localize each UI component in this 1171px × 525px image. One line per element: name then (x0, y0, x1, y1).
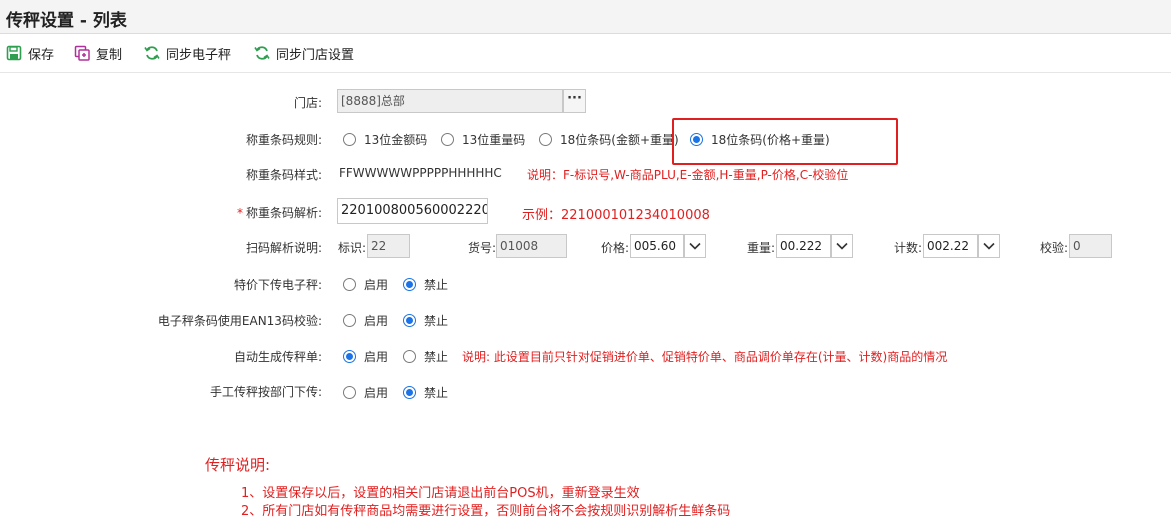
chevron-down-icon (983, 242, 995, 250)
code-field: 01008 (496, 234, 567, 258)
page-title: 传秤设置 - 列表 (6, 11, 127, 31)
radio-label: 禁止 (424, 314, 449, 328)
radio-label: 启用 (364, 278, 389, 292)
radio-dot-selected (403, 386, 416, 399)
radio-dot (403, 350, 416, 363)
barcode-style-label: 称重条码样式: (245, 168, 322, 182)
radio-dot (343, 386, 356, 399)
radio-label: 禁止 (424, 386, 449, 400)
ean13-label: 电子秤条码使用EAN13码校验: (157, 314, 322, 328)
auto-generate-label: 自动生成传秤单: (233, 350, 322, 364)
copy-button[interactable]: 复制 (74, 43, 122, 63)
barcode-parse-label-text: 称重条码解析: (245, 206, 322, 220)
radio-dot-selected (403, 314, 416, 327)
radio-ean13-off[interactable]: 禁止 (403, 312, 448, 329)
special-price-label: 特价下传电子秤: (233, 278, 322, 292)
sync-store-label: 同步门店设置 (276, 47, 355, 63)
required-mark: * (236, 206, 243, 220)
sync-icon (144, 46, 160, 60)
sync-scale-label: 同步电子秤 (166, 47, 232, 63)
save-label: 保存 (28, 47, 55, 63)
scan-parse-label: 扫码解析说明: (245, 241, 322, 255)
note-line: 1、设置保存以后，设置的相关门店请退出前台POS机，重新登录生效 (241, 486, 640, 501)
radio-barcode-13-amount[interactable]: 13位金额码 (343, 131, 427, 148)
weight-dropdown[interactable] (831, 234, 853, 258)
radio-ean13-on[interactable]: 启用 (343, 312, 388, 329)
barcode-parse-input[interactable]: 220100800560002220 (337, 198, 488, 224)
id-label: 标识: (338, 241, 367, 255)
store-field[interactable]: [8888]总部 (337, 89, 563, 113)
id-field: 22 (367, 234, 410, 258)
highlight-box (672, 118, 898, 165)
radio-dot-selected (403, 278, 416, 291)
title-bar: 传秤设置 - 列表 (0, 0, 1171, 34)
radio-label: 禁止 (424, 350, 449, 364)
price-field[interactable]: 005.60 (630, 234, 684, 258)
price-dropdown[interactable] (684, 234, 706, 258)
radio-auto-generate-on[interactable]: 启用 (343, 348, 388, 365)
chevron-down-icon (689, 242, 701, 250)
toolbar: 保存 复制 同步电子秤 同步门店设置 (0, 35, 1171, 73)
store-label: 门店: (293, 96, 322, 110)
barcode-rule-label: 称重条码规则: (245, 133, 322, 147)
weight-field[interactable]: 00.222 (776, 234, 831, 258)
sync-icon (254, 46, 270, 60)
radio-dot (343, 133, 356, 146)
radio-label: 启用 (364, 386, 389, 400)
barcode-style-value: FFWWWWWPPPPPHHHHHC (339, 166, 502, 180)
price-label: 价格: (601, 241, 630, 255)
save-button[interactable]: 保存 (6, 43, 54, 63)
radio-label: 18位条码(金额+重量) (560, 133, 679, 147)
radio-barcode-18-amount-weight[interactable]: 18位条码(金额+重量) (539, 131, 679, 148)
count-dropdown[interactable] (978, 234, 1000, 258)
code-label: 货号: (468, 241, 497, 255)
radio-special-price-on[interactable]: 启用 (343, 276, 388, 293)
notes-title: 传秤说明: (205, 456, 271, 474)
count-field[interactable]: 002.22 (923, 234, 978, 258)
count-label: 计数: (894, 241, 923, 255)
radio-dot (343, 314, 356, 327)
radio-dot (441, 133, 454, 146)
radio-label: 13位金额码 (364, 133, 428, 147)
radio-dot-selected (343, 350, 356, 363)
manual-dept-label: 手工传秤按部门下传: (209, 385, 322, 399)
barcode-parse-example: 示例：221000101234010008 (522, 208, 710, 223)
barcode-style-note: 说明：F-标识号,W-商品PLU,E-金额,H-重量,P-价格,C-校验位 (527, 168, 849, 182)
radio-label: 启用 (364, 350, 389, 364)
check-label: 校验: (1040, 241, 1069, 255)
store-picker-button[interactable]: ··· (563, 89, 586, 113)
radio-auto-generate-off[interactable]: 禁止 (403, 348, 448, 365)
weight-label: 重量: (747, 241, 776, 255)
check-field: 0 (1069, 234, 1112, 258)
save-icon (6, 45, 22, 61)
radio-dot (539, 133, 552, 146)
copy-icon (74, 45, 90, 61)
radio-dot (343, 278, 356, 291)
radio-manual-dept-on[interactable]: 启用 (343, 384, 388, 401)
sync-scale-button[interactable]: 同步电子秤 (144, 43, 231, 63)
note-line: 2、所有门店如有传秤商品均需要进行设置，否则前台将不会按规则识别解析生鲜条码 (241, 504, 731, 519)
radio-manual-dept-off[interactable]: 禁止 (403, 384, 448, 401)
barcode-parse-label: * 称重条码解析: (237, 204, 322, 221)
radio-label: 13位重量码 (462, 133, 526, 147)
copy-label: 复制 (96, 47, 123, 63)
auto-generate-note: 说明: 此设置目前只针对促销进价单、促销特价单、商品调价单存在(计量、计数)商品… (462, 350, 948, 364)
sync-store-button[interactable]: 同步门店设置 (254, 43, 354, 63)
chevron-down-icon (836, 242, 848, 250)
radio-label: 禁止 (424, 278, 449, 292)
radio-label: 启用 (364, 314, 389, 328)
radio-special-price-off[interactable]: 禁止 (403, 276, 448, 293)
radio-barcode-13-weight[interactable]: 13位重量码 (441, 131, 525, 148)
